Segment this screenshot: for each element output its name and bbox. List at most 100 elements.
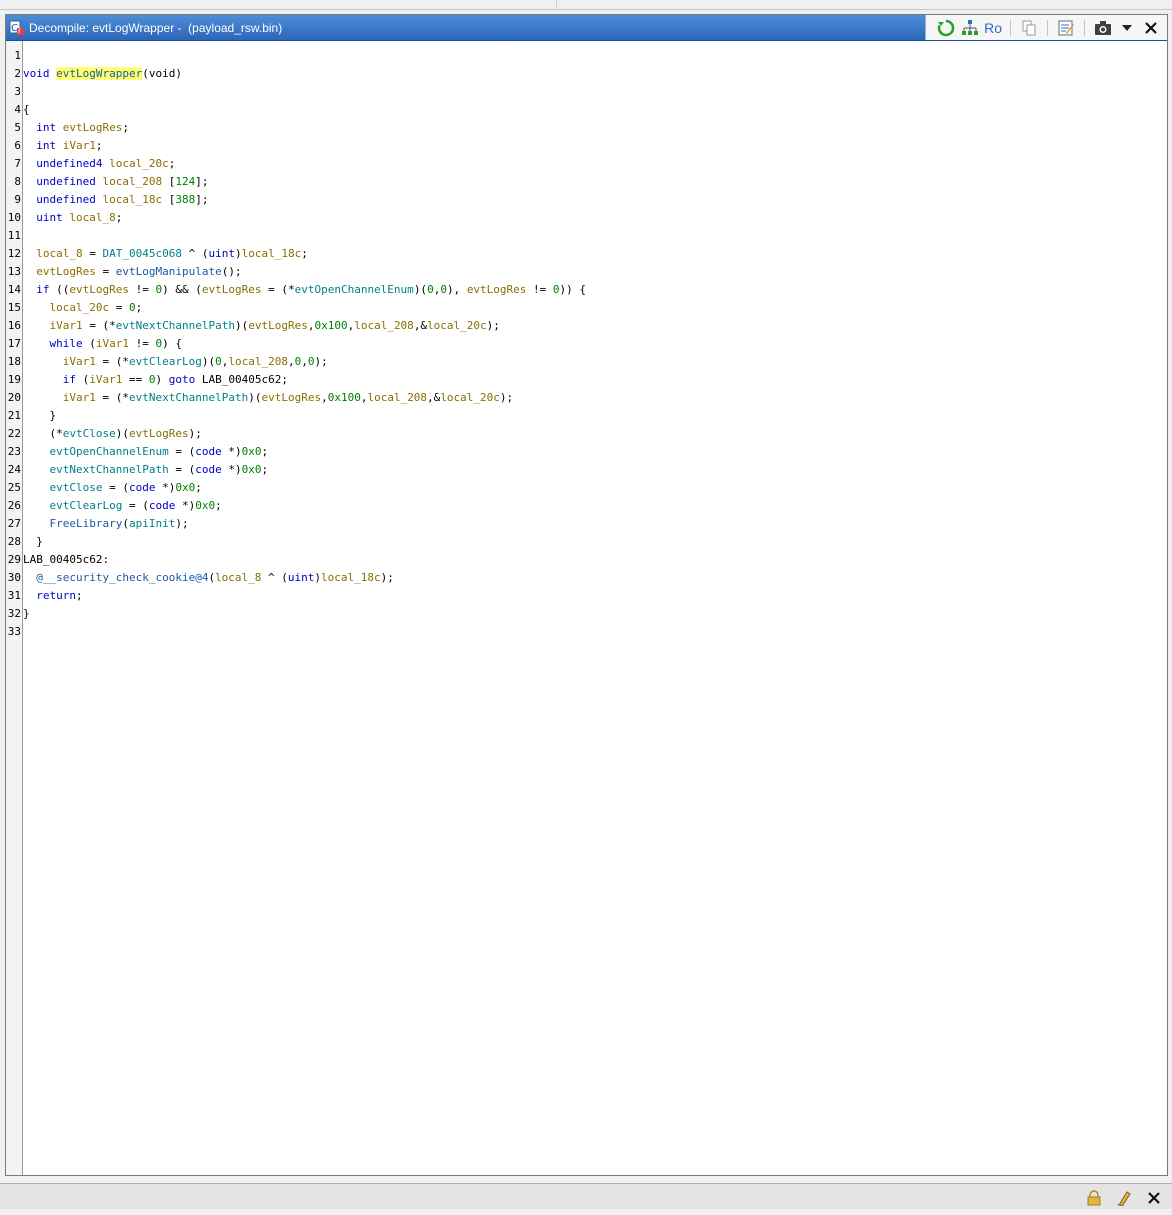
code-token[interactable]: int — [36, 121, 56, 134]
code-line[interactable]: 12 local_8 = DAT_0045c068 ^ (uint)local_… — [6, 245, 308, 263]
code-token[interactable]: evtLogRes — [202, 283, 262, 296]
lock-icon[interactable] — [1084, 1188, 1104, 1208]
code-line[interactable]: 4{ — [6, 101, 29, 119]
code-token[interactable]: evtOpenChannelEnum — [50, 445, 169, 458]
code-line[interactable]: 15 local_20c = 0; — [6, 299, 142, 317]
code-line[interactable]: 20 iVar1 = (*evtNextChannelPath)(evtLogR… — [6, 389, 513, 407]
read-only-toggle[interactable]: Ro — [984, 18, 1002, 38]
code-token[interactable]: 0 — [440, 283, 447, 296]
code-view[interactable]: 1 2 void evtLogWrapper(void) 3 4{5 int evtLo… — [6, 41, 1167, 1175]
code-token[interactable]: uint — [288, 571, 315, 584]
code-line[interactable]: 30 @__security_check_cookie@4(local_8 ^ … — [6, 569, 394, 587]
code-token[interactable]: 0x0 — [242, 445, 262, 458]
refresh-icon[interactable] — [936, 18, 956, 38]
code-token[interactable]: local_208 — [354, 319, 414, 332]
code-token[interactable]: local_8 — [215, 571, 261, 584]
code-line[interactable]: 32} — [6, 605, 30, 623]
code-token[interactable]: 0 — [553, 283, 560, 296]
code-line[interactable]: 11 — [6, 227, 21, 245]
code-token[interactable]: iVar1 — [63, 391, 96, 404]
code-token[interactable]: evtClearLog — [50, 499, 123, 512]
eraser-icon[interactable] — [1114, 1188, 1134, 1208]
code-line[interactable]: 7 undefined4 local_20c; — [6, 155, 175, 173]
code-token[interactable]: 0x100 — [314, 319, 347, 332]
code-token[interactable]: uint — [36, 211, 63, 224]
code-token[interactable]: local_18c — [242, 247, 302, 260]
code-line[interactable]: 3 — [6, 83, 21, 101]
dropdown-icon[interactable] — [1117, 18, 1137, 38]
code-line[interactable]: 9 undefined local_18c [388]; — [6, 191, 208, 209]
code-token[interactable]: 388 — [175, 193, 195, 206]
code-token[interactable]: FreeLibrary — [50, 517, 123, 530]
code-token[interactable]: code — [195, 445, 222, 458]
code-token[interactable]: local_208 — [367, 391, 427, 404]
code-line[interactable]: 29 LAB_00405c62: — [6, 551, 109, 569]
code-token[interactable]: local_8 — [69, 211, 115, 224]
code-line[interactable]: 14 if ((evtLogRes != 0) && (evtLogRes = … — [6, 281, 586, 299]
code-token[interactable]: 124 — [175, 175, 195, 188]
code-token[interactable]: local_208 — [102, 175, 162, 188]
code-token[interactable]: evtLogManipulate — [116, 265, 222, 278]
code-token[interactable]: local_18c — [102, 193, 162, 206]
code-token[interactable]: iVar1 — [50, 319, 83, 332]
copy-icon[interactable] — [1019, 18, 1039, 38]
code-token[interactable]: evtLogRes — [129, 427, 189, 440]
code-token[interactable]: 0x0 — [195, 499, 215, 512]
code-line[interactable]: 28 } — [6, 533, 43, 551]
code-token[interactable]: 0 — [215, 355, 222, 368]
code-line[interactable]: 19 if (iVar1 == 0) goto LAB_00405c62; — [6, 371, 288, 389]
code-token[interactable]: evtNextChannelPath — [129, 391, 248, 404]
code-token[interactable]: evtClose — [63, 427, 116, 440]
code-line[interactable]: 5 int evtLogRes; — [6, 119, 129, 137]
code-token[interactable]: local_18c — [321, 571, 381, 584]
code-token[interactable]: iVar1 — [89, 373, 122, 386]
code-token[interactable]: local_8 — [36, 247, 82, 260]
code-token[interactable]: 0 — [129, 301, 136, 314]
code-line[interactable]: 21 } — [6, 407, 56, 425]
code-line[interactable]: 22 (*evtClose)(evtLogRes); — [6, 425, 202, 443]
code-line[interactable]: 24 evtNextChannelPath = (code *)0x0; — [6, 461, 268, 479]
code-token[interactable]: uint — [208, 247, 235, 260]
code-line[interactable]: 31 return; — [6, 587, 83, 605]
code-line[interactable]: 17 while (iVar1 != 0) { — [6, 335, 182, 353]
code-line[interactable]: 25 evtClose = (code *)0x0; — [6, 479, 202, 497]
snapshot-icon[interactable] — [1093, 18, 1113, 38]
code-token[interactable]: code — [195, 463, 222, 476]
code-token[interactable]: 0x0 — [175, 481, 195, 494]
code-line[interactable]: 18 iVar1 = (*evtClearLog)(0,local_208,0,… — [6, 353, 328, 371]
code-token[interactable]: evtLogRes — [467, 283, 527, 296]
code-token[interactable]: 0 — [149, 373, 156, 386]
code-token[interactable]: evtNextChannelPath — [116, 319, 235, 332]
code-token[interactable]: evtLogWrapper — [56, 67, 143, 80]
code-token[interactable]: iVar1 — [96, 337, 129, 350]
code-line[interactable]: 27 FreeLibrary(apiInit); — [6, 515, 189, 533]
code-token[interactable]: 0x100 — [328, 391, 361, 404]
code-token[interactable]: undefined4 — [36, 157, 102, 170]
code-token[interactable]: iVar1 — [63, 355, 96, 368]
code-line[interactable]: 6 int iVar1; — [6, 137, 102, 155]
code-token[interactable]: code — [129, 481, 156, 494]
code-line[interactable]: 23 evtOpenChannelEnum = (code *)0x0; — [6, 443, 268, 461]
code-token[interactable]: DAT_0045c068 — [102, 247, 181, 260]
code-token[interactable]: local_20c — [109, 157, 169, 170]
code-token[interactable]: local_20c — [440, 391, 500, 404]
code-token[interactable]: evtNextChannelPath — [50, 463, 169, 476]
code-line[interactable]: 10 uint local_8; — [6, 209, 123, 227]
code-token[interactable]: 0 — [427, 283, 434, 296]
code-token[interactable]: evtOpenChannelEnum — [295, 283, 414, 296]
close-icon[interactable] — [1144, 1188, 1164, 1208]
code-line[interactable]: 26 evtClearLog = (code *)0x0; — [6, 497, 222, 515]
code-token[interactable]: local_208 — [228, 355, 288, 368]
code-token[interactable]: evtLogRes — [36, 265, 96, 278]
edit-icon[interactable] — [1056, 18, 1076, 38]
code-token[interactable]: goto — [169, 373, 196, 386]
code-token[interactable]: void — [23, 67, 50, 80]
code-token[interactable]: undefined — [36, 193, 96, 206]
graph-icon[interactable] — [960, 18, 980, 38]
code-token[interactable]: return — [36, 589, 76, 602]
code-line[interactable]: 8 undefined local_208 [124]; — [6, 173, 208, 191]
code-line[interactable]: 33 — [6, 623, 21, 641]
code-token[interactable]: evtLogRes — [63, 121, 123, 134]
code-token[interactable]: local_20c — [50, 301, 110, 314]
code-token[interactable]: 0x0 — [242, 463, 262, 476]
